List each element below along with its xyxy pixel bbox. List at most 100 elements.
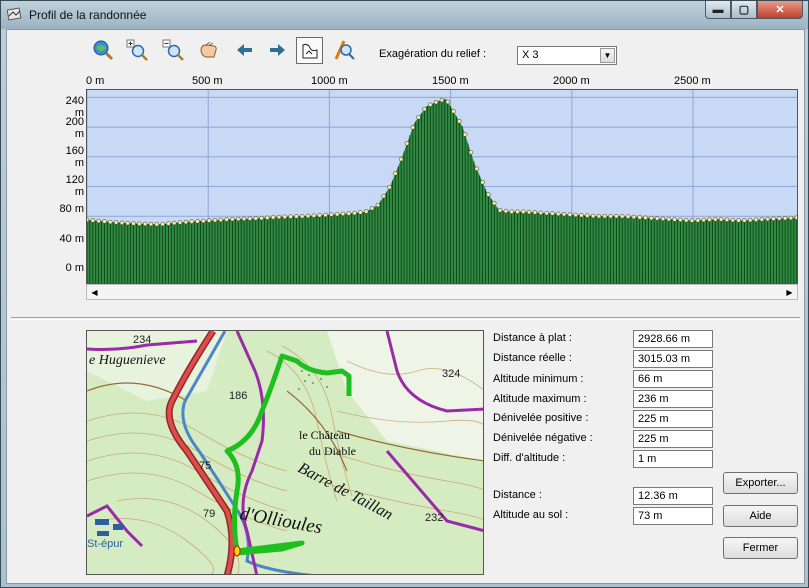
exaggeration-select[interactable]: X 3 ▼: [517, 46, 617, 65]
sample-point: [590, 213, 596, 219]
y-tick-label: 40 m: [59, 233, 84, 245]
topographic-map[interactable]: 234 e Huguenieve 186 324 le Château du D…: [86, 330, 484, 575]
sample-point: [259, 215, 264, 221]
sample-point: [573, 212, 578, 218]
pan-button[interactable]: [197, 38, 221, 62]
sample-point: [404, 141, 410, 146]
x-tick-label: 2000 m: [553, 75, 590, 87]
cursor-label: Altitude au sol :: [493, 509, 569, 521]
sample-point: [137, 221, 142, 226]
sample-point: [689, 218, 695, 223]
stat-value: 225 m: [633, 410, 713, 428]
sample-point: [550, 211, 555, 216]
sample-point: [87, 217, 90, 223]
scroll-left-icon[interactable]: ◀: [87, 285, 102, 299]
sample-point: [300, 214, 305, 219]
sample-point: [166, 221, 171, 226]
map-label: le Château: [299, 428, 350, 442]
zoom-all-icon: [93, 40, 114, 61]
sample-point: [701, 217, 706, 223]
sample-point: [265, 215, 270, 221]
sample-point: [724, 217, 730, 223]
map-label: du Diable: [309, 444, 356, 458]
sample-point: [474, 166, 480, 171]
close-button[interactable]: Fermer: [723, 537, 798, 559]
zoom-out-button[interactable]: [161, 38, 185, 62]
sample-point: [486, 192, 491, 197]
pan-hand-icon: [200, 41, 217, 58]
sample-point: [585, 213, 590, 218]
sample-point: [282, 214, 288, 220]
sample-point: [608, 213, 613, 219]
minimize-icon: ▬: [712, 3, 724, 16]
stat-value: 225 m: [633, 430, 713, 448]
profile-mode-button[interactable]: [296, 37, 323, 64]
measure-button[interactable]: [332, 38, 356, 62]
stat-value: 3015.03 m: [633, 350, 713, 368]
sample-point: [707, 217, 712, 222]
sample-point: [311, 213, 317, 218]
sample-point: [538, 210, 544, 216]
export-button[interactable]: Exporter...: [723, 472, 798, 494]
sample-point: [794, 215, 797, 220]
map-svg: 234 e Huguenieve 186 324 le Château du D…: [87, 331, 483, 574]
sample-point: [753, 217, 759, 223]
sample-point: [230, 216, 235, 222]
sample-point: [480, 180, 485, 185]
sample-point: [218, 217, 224, 223]
sample-point: [422, 106, 427, 112]
maximize-button[interactable]: ▢: [731, 1, 757, 19]
profile-scrollbar[interactable]: ◀ ▶: [86, 284, 798, 300]
sample-point: [201, 218, 206, 224]
y-tick-label: 120 m: [65, 174, 84, 198]
map-label: 234: [133, 334, 151, 346]
sample-point: [788, 215, 794, 221]
sample-point: [631, 214, 637, 220]
sample-point: [683, 217, 689, 223]
sample-point: [317, 213, 322, 218]
sample-point: [736, 218, 741, 223]
sample-point: [561, 211, 567, 217]
sample-point: [521, 209, 526, 214]
sample-point: [398, 156, 404, 162]
help-button[interactable]: Aide: [723, 505, 798, 527]
map-label: 186: [229, 390, 247, 402]
sample-point: [381, 193, 386, 199]
sample-point: [567, 212, 573, 217]
minimize-button[interactable]: ▬: [705, 1, 731, 19]
zoom-all-button[interactable]: [91, 38, 115, 62]
zoom-in-icon: [126, 39, 148, 61]
sample-point: [427, 102, 433, 107]
sample-point: [148, 221, 154, 227]
arrow-right-icon: [270, 44, 285, 56]
profile-window: Profil de la randonnée ▬ ▢ ✕ Exagération…: [0, 0, 809, 588]
sample-point: [503, 208, 509, 214]
previous-button[interactable]: [233, 38, 257, 62]
zoom-in-button[interactable]: [125, 38, 149, 62]
arrow-left-icon: [237, 44, 252, 56]
sample-point: [771, 216, 776, 222]
stat-label: Dénivelée négative :: [493, 432, 593, 444]
sample-point: [497, 208, 503, 213]
sample-point: [695, 218, 701, 223]
sample-point: [672, 217, 677, 222]
sample-point: [270, 215, 276, 220]
sample-point: [579, 213, 584, 218]
y-tick-label: 160 m: [65, 145, 84, 169]
next-button[interactable]: [265, 38, 289, 62]
sample-point: [369, 206, 375, 211]
chevron-down-icon[interactable]: ▼: [600, 48, 615, 63]
sample-point: [654, 216, 660, 221]
map-label: 232: [425, 512, 443, 524]
sample-point: [108, 219, 113, 225]
title-bar[interactable]: Profil de la randonnée ▬ ▢ ✕: [1, 1, 808, 29]
sample-point: [643, 215, 648, 220]
sample-point: [457, 119, 462, 124]
sample-point: [509, 209, 514, 214]
close-window-button[interactable]: ✕: [757, 1, 803, 19]
stat-label: Altitude minimum :: [493, 373, 584, 385]
elevation-profile-chart[interactable]: [86, 89, 798, 284]
window-title: Profil de la randonnée: [29, 8, 147, 22]
sample-point: [323, 212, 328, 218]
scroll-right-icon[interactable]: ▶: [782, 285, 797, 299]
